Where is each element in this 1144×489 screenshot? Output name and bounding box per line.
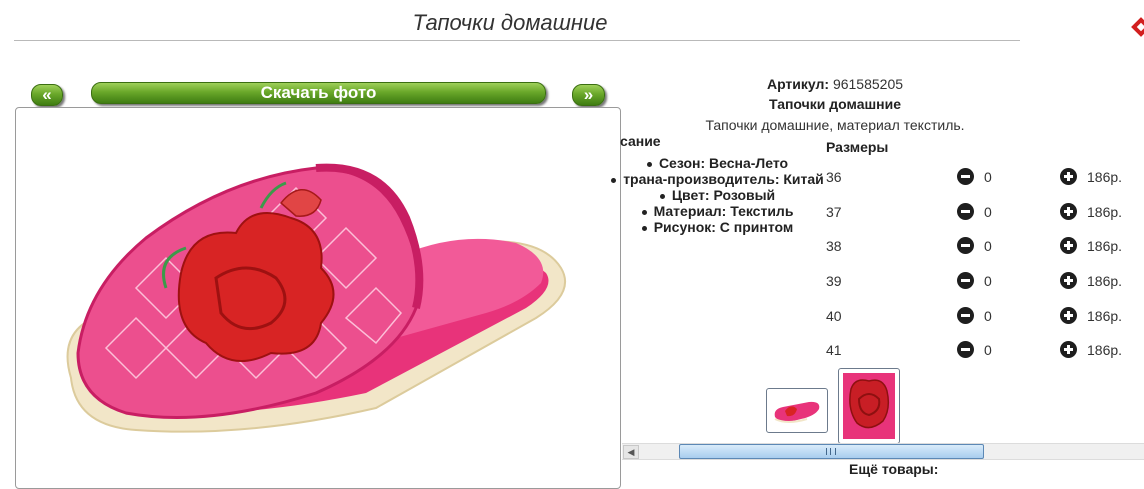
attributes-list: Сезон: Весна-Лето трана-производитель: К… [610, 155, 825, 235]
thumbnail-1[interactable] [766, 388, 828, 433]
bullet-icon [641, 209, 647, 215]
minus-icon[interactable] [957, 203, 974, 220]
next-photo-button[interactable]: » [572, 84, 605, 106]
product-photo [15, 107, 621, 489]
thumbnail-scrollbar[interactable]: ◀ [622, 443, 1144, 460]
attribute-item: Материал: Текстиль [610, 203, 825, 219]
bullet-icon [641, 225, 647, 231]
attribute-item: трана-производитель: Китай [610, 171, 825, 187]
plus-icon[interactable] [1060, 237, 1077, 254]
price-value: 186р. [1087, 342, 1123, 358]
size-value: 39 [826, 273, 842, 289]
price-value: 186р. [1087, 273, 1123, 289]
article-line: Артикул: 961585205 [620, 76, 1050, 92]
size-value: 40 [826, 308, 842, 324]
more-goods-heading: Ещё товары: [849, 461, 939, 477]
quantity-value: 0 [984, 238, 992, 254]
corner-logo-icon [1131, 17, 1144, 37]
product-name: Тапочки домашние [768, 96, 901, 112]
quantity-value: 0 [984, 342, 992, 358]
price-value: 186р. [1087, 169, 1123, 185]
size-value: 41 [826, 342, 842, 358]
attribute-item: Цвет: Розовый [610, 187, 825, 203]
attribute-item: Рисунок: С принтом [610, 219, 825, 235]
article-label: Артикул: [766, 76, 830, 92]
scroll-left-icon[interactable]: ◀ [623, 445, 639, 459]
sizes-heading: Размеры [826, 139, 889, 155]
product-description: Тапочки домашние, материал текстиль. [705, 117, 965, 133]
size-row: 37 0 186р. [826, 202, 1144, 222]
article-value: 961585205 [832, 76, 904, 92]
attributes-heading: сание [620, 133, 661, 149]
size-row: 40 0 186р. [826, 306, 1144, 326]
scroll-grip-icon [826, 448, 836, 455]
price-value: 186р. [1087, 308, 1123, 324]
price-value: 186р. [1087, 238, 1123, 254]
size-value: 38 [826, 238, 842, 254]
thumbnail-2[interactable] [838, 368, 900, 444]
title-divider [14, 40, 1020, 41]
page-title: Тапочки домашние [412, 10, 608, 35]
plus-icon[interactable] [1060, 307, 1077, 324]
plus-icon[interactable] [1060, 168, 1077, 185]
minus-icon[interactable] [957, 168, 974, 185]
size-row: 41 0 186р. [826, 340, 1144, 360]
minus-icon[interactable] [957, 307, 974, 324]
quantity-value: 0 [984, 308, 992, 324]
size-row: 36 0 186р. [826, 167, 1144, 187]
prev-photo-button[interactable]: « [31, 84, 63, 106]
price-value: 186р. [1087, 204, 1123, 220]
attributes-section: сание Сезон: Весна-Лето трана-производит… [610, 133, 825, 243]
quantity-value: 0 [984, 169, 992, 185]
bullet-icon [611, 177, 617, 183]
minus-icon[interactable] [957, 341, 974, 358]
download-photo-button[interactable]: Скачать фото [91, 82, 546, 104]
size-value: 37 [826, 204, 842, 220]
scrollbar-thumb[interactable] [679, 444, 984, 459]
quantity-value: 0 [984, 273, 992, 289]
quantity-value: 0 [984, 204, 992, 220]
plus-icon[interactable] [1060, 341, 1077, 358]
bullet-icon [659, 193, 665, 199]
bullet-icon [646, 161, 652, 167]
size-row: 38 0 186р. [826, 236, 1144, 256]
attribute-item: Сезон: Весна-Лето [610, 155, 825, 171]
minus-icon[interactable] [957, 272, 974, 289]
size-value: 36 [826, 169, 842, 185]
size-row: 39 0 186р. [826, 271, 1144, 291]
minus-icon[interactable] [957, 237, 974, 254]
plus-icon[interactable] [1060, 203, 1077, 220]
plus-icon[interactable] [1060, 272, 1077, 289]
